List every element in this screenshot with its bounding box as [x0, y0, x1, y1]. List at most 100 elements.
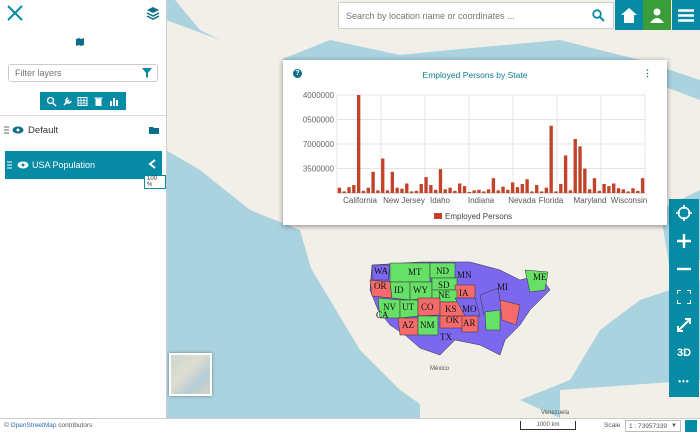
search-bar[interactable]	[338, 2, 614, 29]
bar	[458, 183, 462, 193]
svg-text:MT: MT	[408, 267, 422, 277]
bar	[361, 190, 366, 193]
expand-icon	[677, 318, 691, 332]
chart-widget[interactable]: ? Employed Persons by State ⋮ 4000000 050…	[283, 60, 667, 225]
svg-text:MN: MN	[457, 270, 472, 280]
home-button[interactable]	[615, 0, 643, 30]
zoom-in-button[interactable]	[669, 227, 699, 255]
svg-text:OK: OK	[446, 315, 459, 325]
svg-text:MO: MO	[462, 304, 477, 314]
svg-text:NE: NE	[438, 290, 450, 300]
minus-icon	[677, 267, 691, 271]
bar	[400, 188, 404, 193]
wrench-icon[interactable]	[62, 96, 73, 107]
bar	[607, 186, 611, 193]
bar	[381, 158, 385, 193]
y-tick-label: 7000000	[303, 140, 335, 149]
svg-text:AR: AR	[463, 318, 476, 328]
zoom-extent-button[interactable]	[669, 283, 699, 311]
bar	[356, 95, 361, 193]
bar	[539, 191, 544, 193]
more-button[interactable]: •••	[669, 367, 699, 395]
eye-icon[interactable]	[12, 126, 24, 134]
3d-button[interactable]: 3D	[669, 339, 699, 367]
bar	[573, 138, 577, 193]
zoom-to-layer-icon[interactable]	[46, 96, 57, 107]
home-icon	[621, 7, 637, 23]
filter-layers-field[interactable]	[8, 64, 158, 82]
x-tick-label: Florida	[539, 196, 564, 205]
bar	[491, 178, 496, 193]
drag-handle-icon[interactable]	[4, 126, 9, 136]
bar	[626, 191, 630, 193]
bar	[592, 178, 597, 193]
x-tick-label: Indiana	[468, 196, 495, 205]
legend-label: Employed Persons	[445, 212, 512, 221]
osm-link[interactable]: OpenStreetMap	[11, 422, 57, 429]
hamburger-icon	[678, 8, 694, 22]
bar	[424, 177, 428, 193]
bar	[472, 190, 476, 193]
layer-opacity-badge: 100 %	[144, 175, 166, 189]
layer-label: USA Population	[32, 160, 96, 170]
bar	[568, 190, 573, 193]
x-tick-label: Idaho	[430, 196, 451, 205]
scale-select[interactable]: 1 : 73957339 ▼	[625, 420, 681, 432]
info-button[interactable]	[685, 420, 697, 432]
locate-button[interactable]	[669, 199, 699, 227]
eye-icon[interactable]	[17, 161, 29, 169]
x-tick-label: New Jersey	[383, 196, 425, 205]
bar	[559, 183, 563, 193]
layers-icon[interactable]	[146, 6, 160, 20]
bar	[612, 183, 616, 193]
svg-text:NM: NM	[420, 320, 435, 330]
menu-button[interactable]	[672, 0, 700, 30]
bar	[366, 187, 370, 193]
x-tick-label: Wisconsin	[611, 196, 647, 205]
group-label: Default	[28, 125, 59, 136]
layer-toolbar	[40, 92, 126, 110]
bar	[501, 186, 505, 193]
scale-value: 1 : 73957339	[629, 423, 667, 430]
bar	[347, 187, 351, 193]
divider	[0, 115, 166, 116]
bar	[544, 187, 549, 193]
overview-minimap[interactable]	[169, 353, 212, 396]
kebab-menu-icon[interactable]: ⋮	[643, 68, 652, 79]
panel-header	[0, 0, 166, 30]
chevron-left-icon[interactable]	[148, 159, 156, 169]
layer-item-usa-population[interactable]: USA Population	[5, 151, 162, 179]
drag-handle-icon[interactable]	[7, 161, 12, 171]
table-icon[interactable]	[77, 96, 88, 107]
bar	[433, 189, 438, 193]
bar	[587, 189, 592, 193]
fullscreen-button[interactable]	[669, 311, 699, 339]
folder-open-icon[interactable]	[149, 126, 160, 135]
bar	[482, 191, 486, 193]
search-icon[interactable]	[592, 9, 605, 22]
bar	[438, 169, 443, 193]
svg-text:KS: KS	[445, 304, 457, 314]
filter-layers-input[interactable]	[9, 65, 137, 81]
search-input[interactable]	[339, 3, 579, 28]
bar	[395, 187, 399, 193]
bar	[337, 187, 342, 193]
user-button[interactable]	[643, 0, 671, 30]
filter-icon	[142, 68, 152, 78]
bar	[409, 191, 414, 193]
bar	[530, 191, 534, 193]
bar	[515, 187, 520, 193]
x-tick-label: Nevada	[508, 196, 536, 205]
svg-text:CA: CA	[376, 310, 389, 320]
label-mexico: México	[430, 366, 450, 372]
map-icon[interactable]	[75, 37, 85, 47]
legend-swatch	[434, 213, 442, 219]
svg-text:ME: ME	[533, 272, 547, 282]
chart-icon[interactable]	[109, 96, 120, 107]
zoom-out-button[interactable]	[669, 255, 699, 283]
layer-group-default[interactable]: Default	[0, 122, 166, 140]
trash-icon[interactable]	[93, 96, 104, 107]
svg-text:ND: ND	[436, 266, 449, 276]
attribution-prefix: ©	[4, 422, 11, 429]
close-icon[interactable]	[6, 4, 24, 22]
